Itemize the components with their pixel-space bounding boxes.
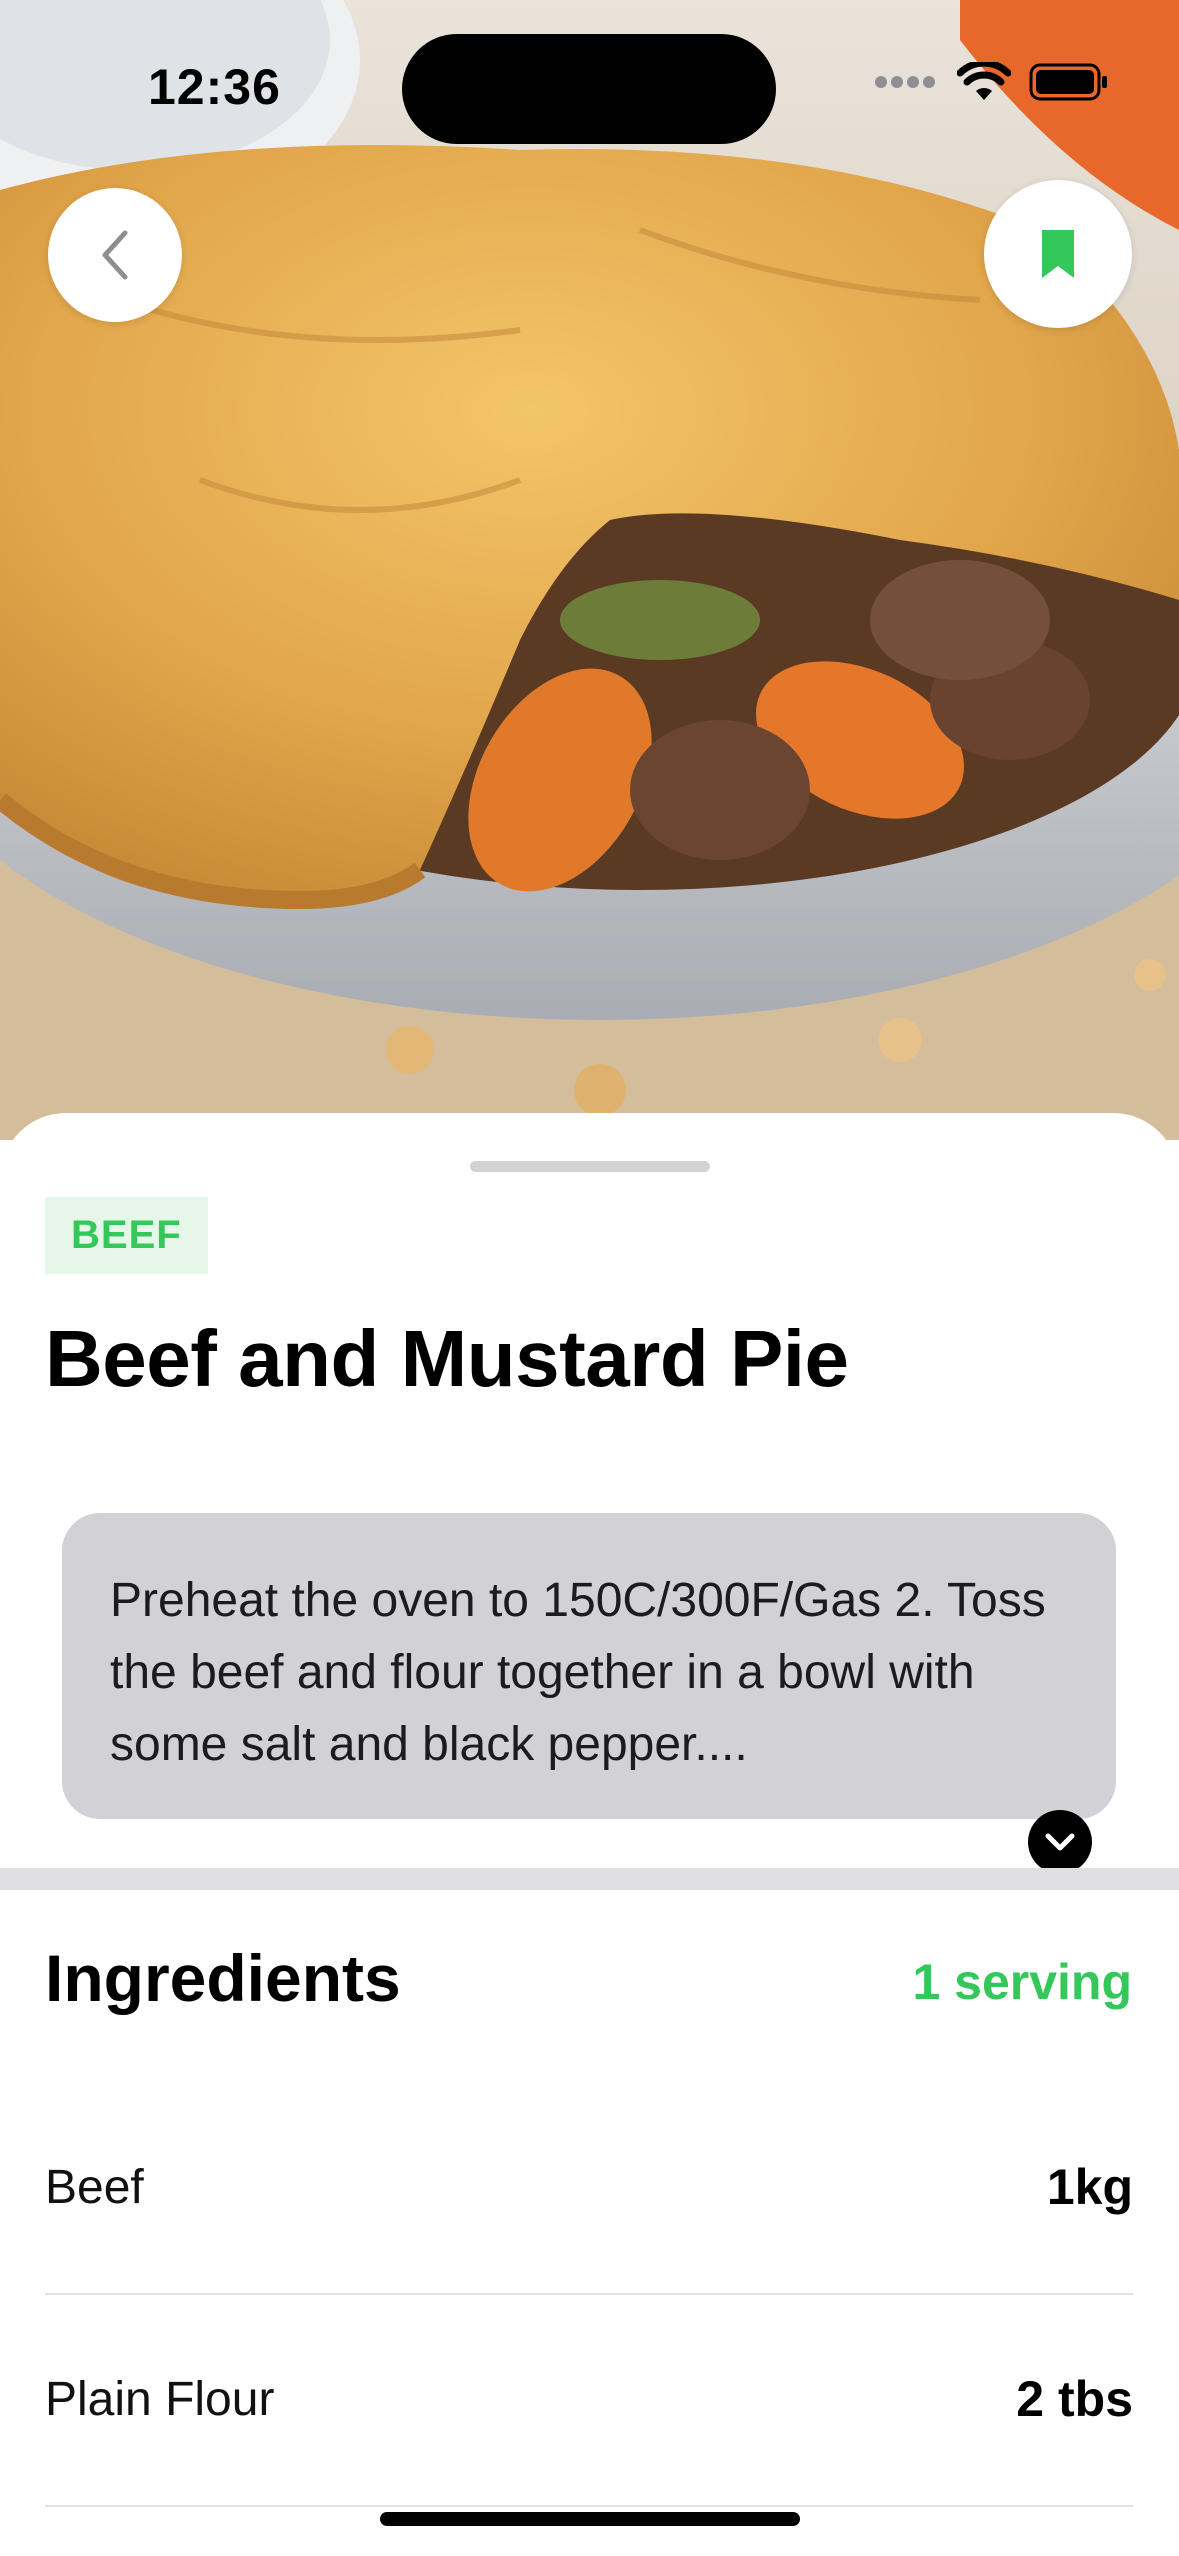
chevron-left-icon: [102, 230, 128, 280]
bookmark-button[interactable]: [984, 180, 1132, 328]
category-badge: BEEF: [45, 1197, 208, 1274]
cellular-signal-icon: [875, 76, 935, 88]
recipe-detail-sheet: BEEF Beef and Mustard Pie Preheat the ov…: [0, 1113, 1179, 2556]
hero-image: [0, 0, 1179, 1140]
ingredient-name: Plain Flour: [45, 2372, 275, 2426]
section-divider: [0, 1868, 1179, 1890]
ingredients-heading: Ingredients: [45, 1941, 401, 2015]
ingredient-row: Plain Flour 2 tbs: [45, 2293, 1133, 2507]
wifi-icon: [957, 62, 1011, 100]
ingredient-row: Beef 1kg: [45, 2081, 1133, 2295]
battery-icon: [1029, 63, 1107, 101]
ingredient-name: Beef: [45, 2160, 144, 2214]
status-time: 12:36: [148, 59, 281, 115]
home-indicator[interactable]: [380, 2512, 800, 2526]
dynamic-island: [402, 34, 776, 144]
sheet-grabber[interactable]: [470, 1161, 710, 1172]
recipe-title: Beef and Mustard Pie: [45, 1314, 849, 1403]
ingredient-quantity: 2 tbs: [1016, 2371, 1133, 2427]
back-button[interactable]: [48, 188, 182, 322]
expand-description-button[interactable]: [1028, 1810, 1092, 1874]
recipe-description[interactable]: Preheat the oven to 150C/300F/Gas 2. Tos…: [62, 1513, 1116, 1819]
status-icons: [875, 62, 1109, 102]
bookmark-icon: [1042, 230, 1074, 278]
status-bar: 12:36: [0, 0, 1179, 150]
serving-selector[interactable]: 1 serving: [912, 1953, 1132, 2011]
chevron-down-icon: [1045, 1833, 1075, 1851]
ingredient-quantity: 1kg: [1046, 2159, 1133, 2215]
